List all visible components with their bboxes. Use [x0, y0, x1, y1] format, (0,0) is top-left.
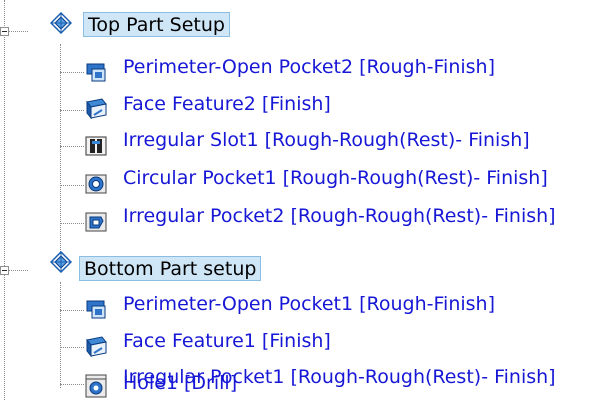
- feature-item-label[interactable]: Irregular Slot1 [Rough-Rough(Rest)- Fini…: [123, 125, 530, 155]
- tree-line: [4, 0, 5, 400]
- irregular-pocket-icon: [84, 210, 108, 234]
- tree-line: [60, 310, 84, 311]
- tree-line: [60, 384, 84, 385]
- tree-line: [60, 44, 61, 264]
- feature-item-label[interactable]: Circular Pocket1 [Rough-Rough(Rest)- Fin…: [123, 163, 548, 193]
- hole-icon: [84, 376, 108, 400]
- tree-line: [60, 223, 84, 224]
- setup-icon: [49, 250, 73, 274]
- collapse-toggle[interactable]: [0, 27, 9, 36]
- feature-item-label[interactable]: Perimeter-Open Pocket1 [Rough-Finish]: [123, 289, 495, 319]
- collapse-toggle[interactable]: [0, 266, 9, 275]
- tree-line: [60, 72, 84, 73]
- setup-label-top[interactable]: Top Part Setup: [83, 12, 230, 37]
- tree-line: [60, 185, 84, 186]
- tree-line: [60, 282, 61, 388]
- tree-line: [60, 110, 84, 111]
- feature-tree: Top Part Setup Perimeter-Open Pocket2 [R…: [0, 0, 615, 400]
- feature-item-label[interactable]: Irregular Pocket2 [Rough-Rough(Rest)- Fi…: [123, 201, 556, 231]
- irregular-slot-icon: [84, 134, 108, 158]
- perimeter-pocket-icon: [84, 60, 108, 84]
- face-feature-icon: [84, 334, 108, 358]
- tree-line: [60, 347, 84, 348]
- feature-item-label[interactable]: Face Feature1 [Finish]: [123, 326, 331, 356]
- feature-item-label[interactable]: Hole1 [Drill]: [123, 368, 237, 398]
- perimeter-pocket-icon: [84, 297, 108, 321]
- face-feature-icon: [84, 96, 108, 120]
- tree-line: [60, 146, 84, 147]
- setup-icon: [49, 11, 73, 35]
- circular-pocket-icon: [84, 172, 108, 196]
- feature-item-label[interactable]: Perimeter-Open Pocket2 [Rough-Finish]: [123, 52, 495, 82]
- feature-item-label[interactable]: Face Feature2 [Finish]: [123, 89, 331, 119]
- setup-label-bottom[interactable]: Bottom Part setup: [79, 256, 262, 281]
